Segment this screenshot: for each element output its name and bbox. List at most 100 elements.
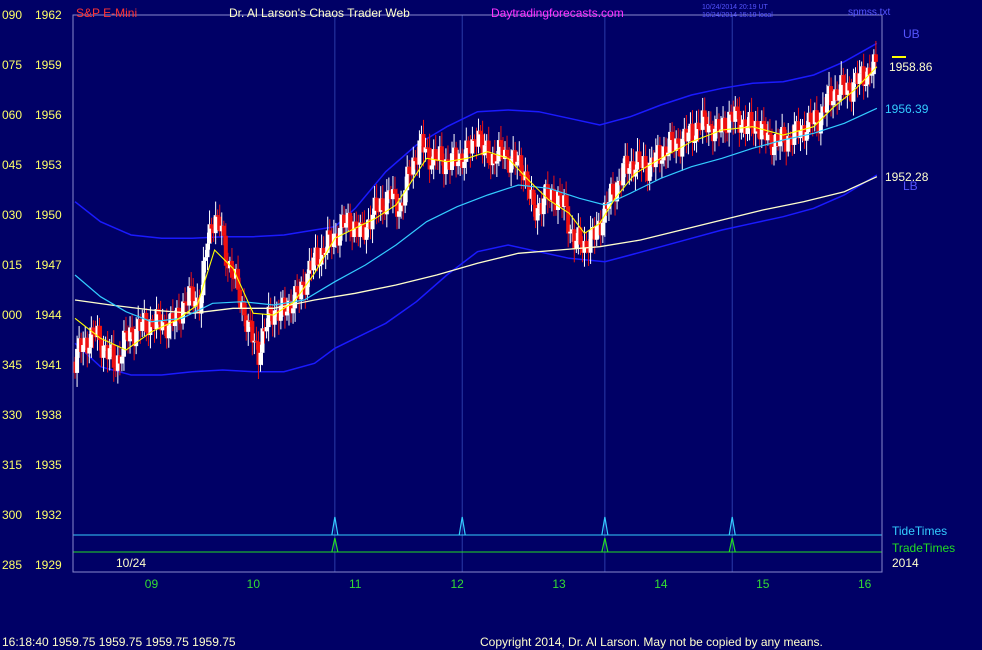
- price-bar: [470, 139, 475, 154]
- price-bar: [187, 286, 192, 306]
- price-bar: [433, 149, 438, 160]
- price-bar: [315, 247, 320, 266]
- year-label: 2014: [892, 556, 919, 570]
- price-bar: [456, 161, 461, 167]
- quote-line: 16:18:40 1959.75 1959.75 1959.75 1959.75: [2, 635, 236, 649]
- price-bar: [413, 157, 418, 162]
- price-bar: [439, 146, 444, 161]
- price-bar: [119, 356, 124, 364]
- price-bar: [761, 121, 766, 125]
- price-bar: [305, 273, 310, 295]
- slow-avg-value-label: 1952.28: [885, 170, 929, 184]
- price-bar: [708, 123, 713, 126]
- price-bar: [702, 110, 707, 117]
- y-tick-price: 1950: [35, 208, 62, 222]
- price-bar: [260, 328, 265, 353]
- price-bar: [564, 195, 569, 207]
- price-bar: [566, 206, 571, 234]
- upper-band-label: UB: [903, 27, 920, 41]
- price-bar: [659, 160, 664, 164]
- site-link[interactable]: Daytradingforecasts.com: [491, 6, 624, 20]
- price-bar: [627, 168, 632, 174]
- chart-title: S&P E-Mini: [76, 6, 137, 20]
- price-bar: [284, 311, 289, 316]
- x-tick-label: 11: [349, 577, 362, 591]
- timestamp-local: 10/24/2014 15:19 local: [702, 12, 773, 19]
- y-tick-code: 030: [2, 208, 22, 222]
- price-bar: [494, 161, 499, 164]
- trade-times-label: TradeTimes: [892, 541, 955, 555]
- price-bar: [814, 110, 819, 123]
- price-bar: [407, 166, 412, 175]
- price-bar: [600, 222, 605, 236]
- price-bar: [847, 82, 852, 91]
- y-tick-code: 045: [2, 158, 22, 172]
- tide-times-label: TideTimes: [892, 524, 947, 538]
- price-bar: [482, 145, 487, 156]
- y-tick-code: 285: [2, 558, 22, 572]
- price-bar: [588, 230, 593, 253]
- price-bar: [380, 198, 385, 211]
- cyan-avg-value-label: 1956.39: [885, 102, 929, 116]
- price-bar: [295, 286, 300, 293]
- timestamp-ut: 10/24/2014 20:19 UT: [702, 4, 768, 11]
- price-bar: [472, 139, 477, 141]
- price-bar: [246, 320, 251, 332]
- price-bar: [869, 74, 874, 76]
- price-bar: [515, 161, 520, 166]
- y-tick-price: 1944: [35, 308, 62, 322]
- price-bar: [75, 348, 80, 373]
- price-bar: [264, 327, 269, 332]
- price-bar: [690, 123, 695, 142]
- price-bar: [327, 230, 332, 235]
- price-bar: [121, 330, 126, 357]
- y-tick-price: 1953: [35, 158, 62, 172]
- price-bar: [873, 54, 878, 62]
- price-bar: [258, 352, 263, 365]
- y-tick-price: 1938: [35, 408, 62, 422]
- price-bar: [417, 140, 422, 165]
- price-bar: [767, 132, 772, 135]
- price-bar: [792, 124, 797, 145]
- y-tick-price: 1956: [35, 108, 62, 122]
- price-bar: [250, 321, 255, 343]
- price-bar: [272, 310, 277, 325]
- price-bar: [712, 128, 717, 142]
- price-bar: [429, 165, 434, 170]
- y-tick-code: 300: [2, 508, 22, 522]
- price-bar: [348, 212, 353, 231]
- y-tick-price: 1962: [35, 8, 62, 22]
- price-bar: [729, 111, 734, 115]
- price-bar: [568, 231, 573, 234]
- price-bar: [140, 321, 145, 331]
- site-title: Dr. Al Larson's Chaos Trader Web: [229, 6, 410, 20]
- y-tick-code: 330: [2, 408, 22, 422]
- price-bar: [215, 215, 220, 217]
- price-bar: [653, 152, 658, 168]
- price-bar: [364, 227, 369, 240]
- price-bar: [611, 183, 616, 195]
- price-bar: [213, 215, 218, 234]
- y-tick-code: 075: [2, 58, 22, 72]
- price-bar: [221, 225, 226, 236]
- y-tick-price: 1947: [35, 258, 62, 272]
- y-tick-price: 1932: [35, 508, 62, 522]
- price-bar: [841, 75, 846, 85]
- price-bar: [291, 308, 296, 314]
- price-bar: [111, 344, 116, 368]
- price-bar: [203, 257, 208, 261]
- price-bar: [81, 345, 86, 352]
- price-bar: [574, 240, 579, 249]
- price-bar: [144, 312, 149, 333]
- price-bar: [824, 93, 829, 113]
- price-bar: [278, 305, 283, 321]
- y-tick-code: 345: [2, 358, 22, 372]
- y-tick-code: 015: [2, 258, 22, 272]
- price-bar: [392, 189, 397, 194]
- price-bar: [594, 225, 599, 240]
- price-chart: 090 1962 075 1959 060 1956 045 1953 030 1950 015 19…: [0, 0, 982, 650]
- price-bar: [771, 146, 776, 156]
- price-bar: [778, 141, 783, 147]
- y-tick-price: 1929: [35, 558, 62, 572]
- y-tick-code: 000: [2, 308, 22, 322]
